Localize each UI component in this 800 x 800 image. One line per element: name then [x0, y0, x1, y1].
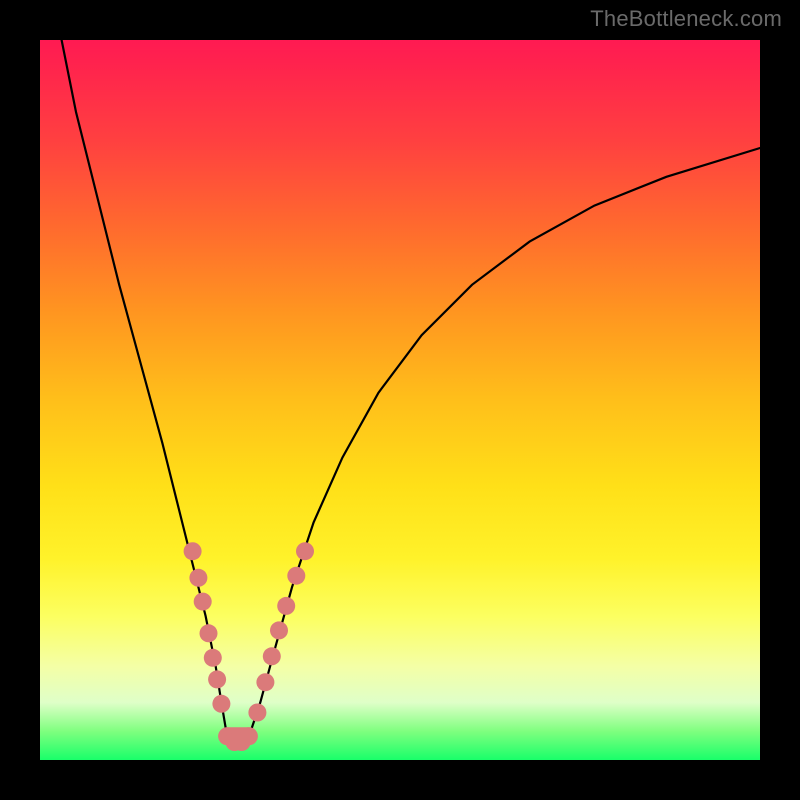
marker-point	[296, 542, 314, 560]
watermark-text: TheBottleneck.com	[590, 6, 782, 32]
marker-point	[263, 647, 281, 665]
plot-area	[40, 40, 760, 760]
marker-point	[184, 542, 202, 560]
bottleneck-curve	[62, 40, 760, 743]
marker-point	[212, 695, 230, 713]
marker-point	[256, 673, 274, 691]
marker-group	[184, 542, 314, 751]
marker-point	[194, 593, 212, 611]
chart-frame: TheBottleneck.com	[0, 0, 800, 800]
marker-point	[204, 649, 222, 667]
marker-point	[189, 569, 207, 587]
chart-overlay	[40, 40, 760, 760]
marker-point	[270, 621, 288, 639]
marker-point	[287, 567, 305, 585]
marker-point	[240, 727, 258, 745]
marker-point	[208, 670, 226, 688]
marker-point	[277, 597, 295, 615]
marker-point	[200, 624, 218, 642]
marker-point	[248, 704, 266, 722]
